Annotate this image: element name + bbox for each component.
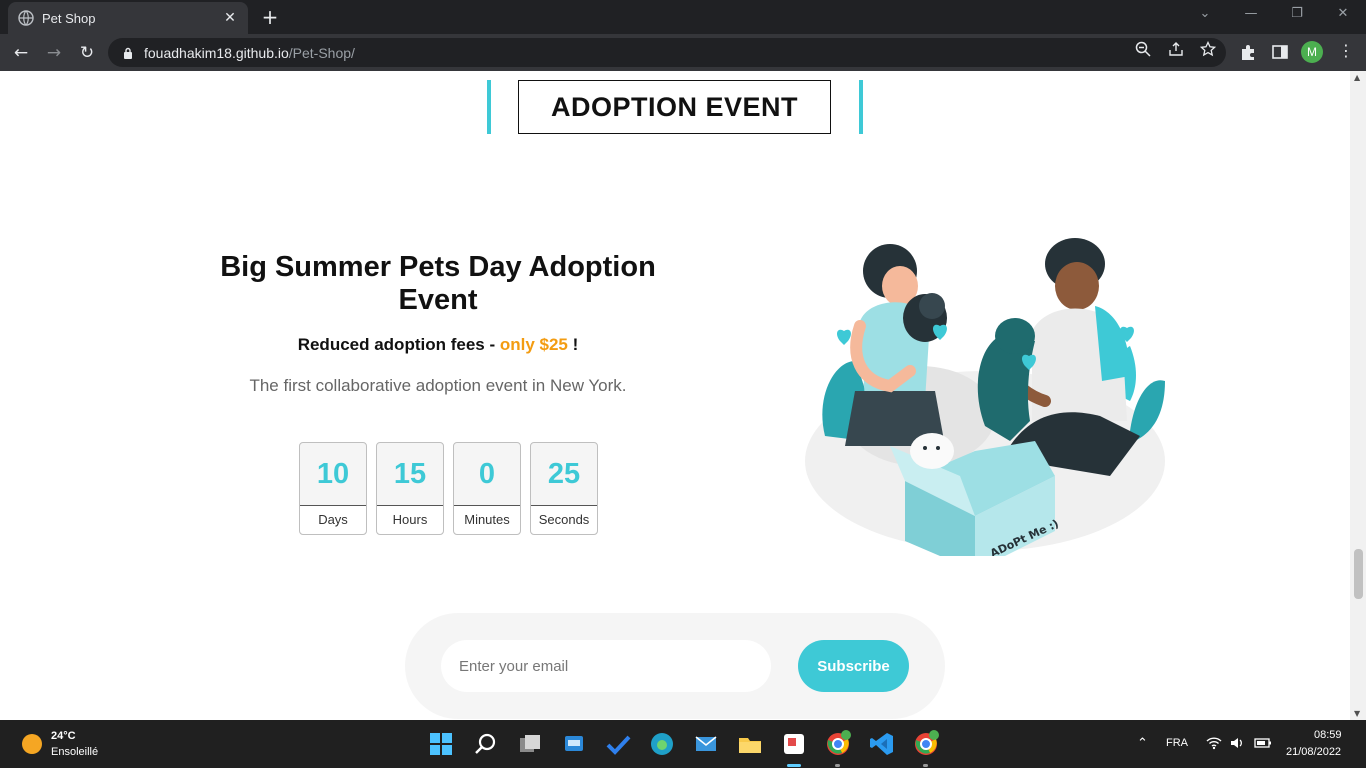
scroll-down-arrow-icon[interactable]: ▼ xyxy=(1354,709,1360,718)
back-button[interactable]: ← xyxy=(9,41,33,65)
title-accent-bar-left xyxy=(487,80,491,134)
task-view-icon[interactable] xyxy=(516,730,544,758)
lock-icon xyxy=(124,47,132,59)
fees-prefix: Reduced adoption fees - xyxy=(297,335,500,354)
address-bar[interactable]: fouadhakim18.github.io/Pet-Shop/ xyxy=(108,38,1226,67)
section-title: ADOPTION EVENT xyxy=(518,80,831,134)
chrome-profile-icon[interactable] xyxy=(912,730,940,758)
reload-button[interactable]: ↻ xyxy=(75,41,99,65)
scroll-up-arrow-icon[interactable]: ▲ xyxy=(1354,73,1360,82)
countdown-value: 25 xyxy=(531,443,597,506)
extensions-puzzle-icon[interactable] xyxy=(1239,43,1257,61)
tab-title: Pet Shop xyxy=(42,10,96,26)
search-icon[interactable] xyxy=(472,730,500,758)
running-app-indicator xyxy=(835,764,840,767)
minimize-button[interactable]: — xyxy=(1239,6,1263,21)
countdown-label: Days xyxy=(300,506,366,534)
countdown-label: Minutes xyxy=(454,506,520,534)
profile-avatar[interactable]: M xyxy=(1301,41,1323,63)
countdown-hours: 15 Hours xyxy=(376,442,444,535)
browser-tabbar: Pet Shop ✕ + ⌄ — ❐ ✕ xyxy=(0,0,1366,34)
browser-toolbar: ← → ↻ fouadhakim18.github.io/Pet-Shop/ M… xyxy=(0,34,1366,71)
file-explorer-icon[interactable] xyxy=(736,730,764,758)
clock-date[interactable]: 21/08/2022 xyxy=(1286,746,1341,758)
side-panel-icon[interactable] xyxy=(1271,43,1289,61)
title-accent-bar-right xyxy=(859,80,863,134)
active-app-indicator xyxy=(787,764,801,767)
url-text: fouadhakim18.github.io/Pet-Shop/ xyxy=(144,45,355,61)
page-viewport: ADOPTION EVENT Big Summer Pets Day Adopt… xyxy=(0,71,1350,720)
zoom-icon[interactable] xyxy=(1135,41,1151,57)
edge-browser-icon[interactable] xyxy=(648,730,676,758)
browser-tab[interactable]: Pet Shop ✕ xyxy=(8,2,248,34)
url-host: fouadhakim18.github.io xyxy=(144,44,289,61)
browser-menu-icon[interactable]: ⋮ xyxy=(1338,41,1354,60)
new-tab-button[interactable]: + xyxy=(258,6,282,28)
running-app-indicator xyxy=(923,764,928,767)
vscode-icon[interactable] xyxy=(868,730,896,758)
subscribe-button[interactable]: Subscribe xyxy=(798,640,909,692)
countdown-value: 15 xyxy=(377,443,443,506)
wifi-icon[interactable] xyxy=(1206,736,1222,750)
snipping-tool-icon[interactable] xyxy=(780,730,808,758)
countdown-label: Seconds xyxy=(531,506,597,534)
countdown-label: Hours xyxy=(377,506,443,534)
language-indicator[interactable]: FRA xyxy=(1166,737,1188,749)
countdown-minutes: 0 Minutes xyxy=(453,442,521,535)
section-header: ADOPTION EVENT xyxy=(487,80,863,134)
weather-condition[interactable]: Ensoleillé xyxy=(51,746,98,758)
event-description: The first collaborative adoption event i… xyxy=(249,376,627,395)
share-icon[interactable] xyxy=(1168,41,1184,57)
url-path: /Pet-Shop/ xyxy=(288,44,355,61)
close-tab-icon[interactable]: ✕ xyxy=(222,10,238,26)
newsletter-form: Subscribe xyxy=(405,613,945,719)
close-window-button[interactable]: ✕ xyxy=(1331,6,1355,21)
chrome-icon[interactable] xyxy=(824,730,852,758)
forward-button[interactable]: → xyxy=(42,41,66,65)
event-headline: Big Summer Pets Day Adoption Event xyxy=(220,251,656,316)
tab-search-icon[interactable]: ⌄ xyxy=(1193,6,1217,21)
fees-suffix: ! xyxy=(567,335,579,354)
countdown-timer: 10 Days 15 Hours 0 Minutes 25 Seconds xyxy=(299,442,598,535)
todo-check-icon[interactable] xyxy=(604,730,632,758)
fees-line: Reduced adoption fees - only $25 ! xyxy=(188,335,688,355)
start-windows-icon[interactable] xyxy=(427,730,455,758)
adoption-illustration: ADoPt Me :) xyxy=(805,238,1165,556)
battery-icon[interactable] xyxy=(1254,736,1272,750)
chevron-up-icon[interactable]: ⌃ xyxy=(1137,735,1148,751)
countdown-seconds: 25 Seconds xyxy=(530,442,598,535)
countdown-days: 10 Days xyxy=(299,442,367,535)
scrollbar-thumb[interactable] xyxy=(1354,549,1363,599)
globe-icon xyxy=(18,10,34,26)
fees-price: only $25 xyxy=(499,335,568,354)
countdown-value: 10 xyxy=(300,443,366,506)
bookmark-star-icon[interactable] xyxy=(1200,41,1216,57)
mail-icon[interactable] xyxy=(692,730,720,758)
restore-button[interactable]: ❐ xyxy=(1285,6,1309,21)
volume-icon[interactable] xyxy=(1230,736,1244,750)
email-input[interactable] xyxy=(441,640,771,692)
weather-temperature[interactable]: 24°C xyxy=(51,730,76,742)
page-scrollbar[interactable]: ▲ ▼ xyxy=(1350,71,1366,720)
countdown-value: 0 xyxy=(454,443,520,506)
windows-taskbar: 24°C Ensoleillé ⌃ FRA 08:59 21/08/2022 xyxy=(0,720,1366,768)
weather-sun-icon[interactable] xyxy=(22,734,42,754)
widgets-icon[interactable] xyxy=(560,730,588,758)
clock-time[interactable]: 08:59 xyxy=(1314,729,1342,741)
